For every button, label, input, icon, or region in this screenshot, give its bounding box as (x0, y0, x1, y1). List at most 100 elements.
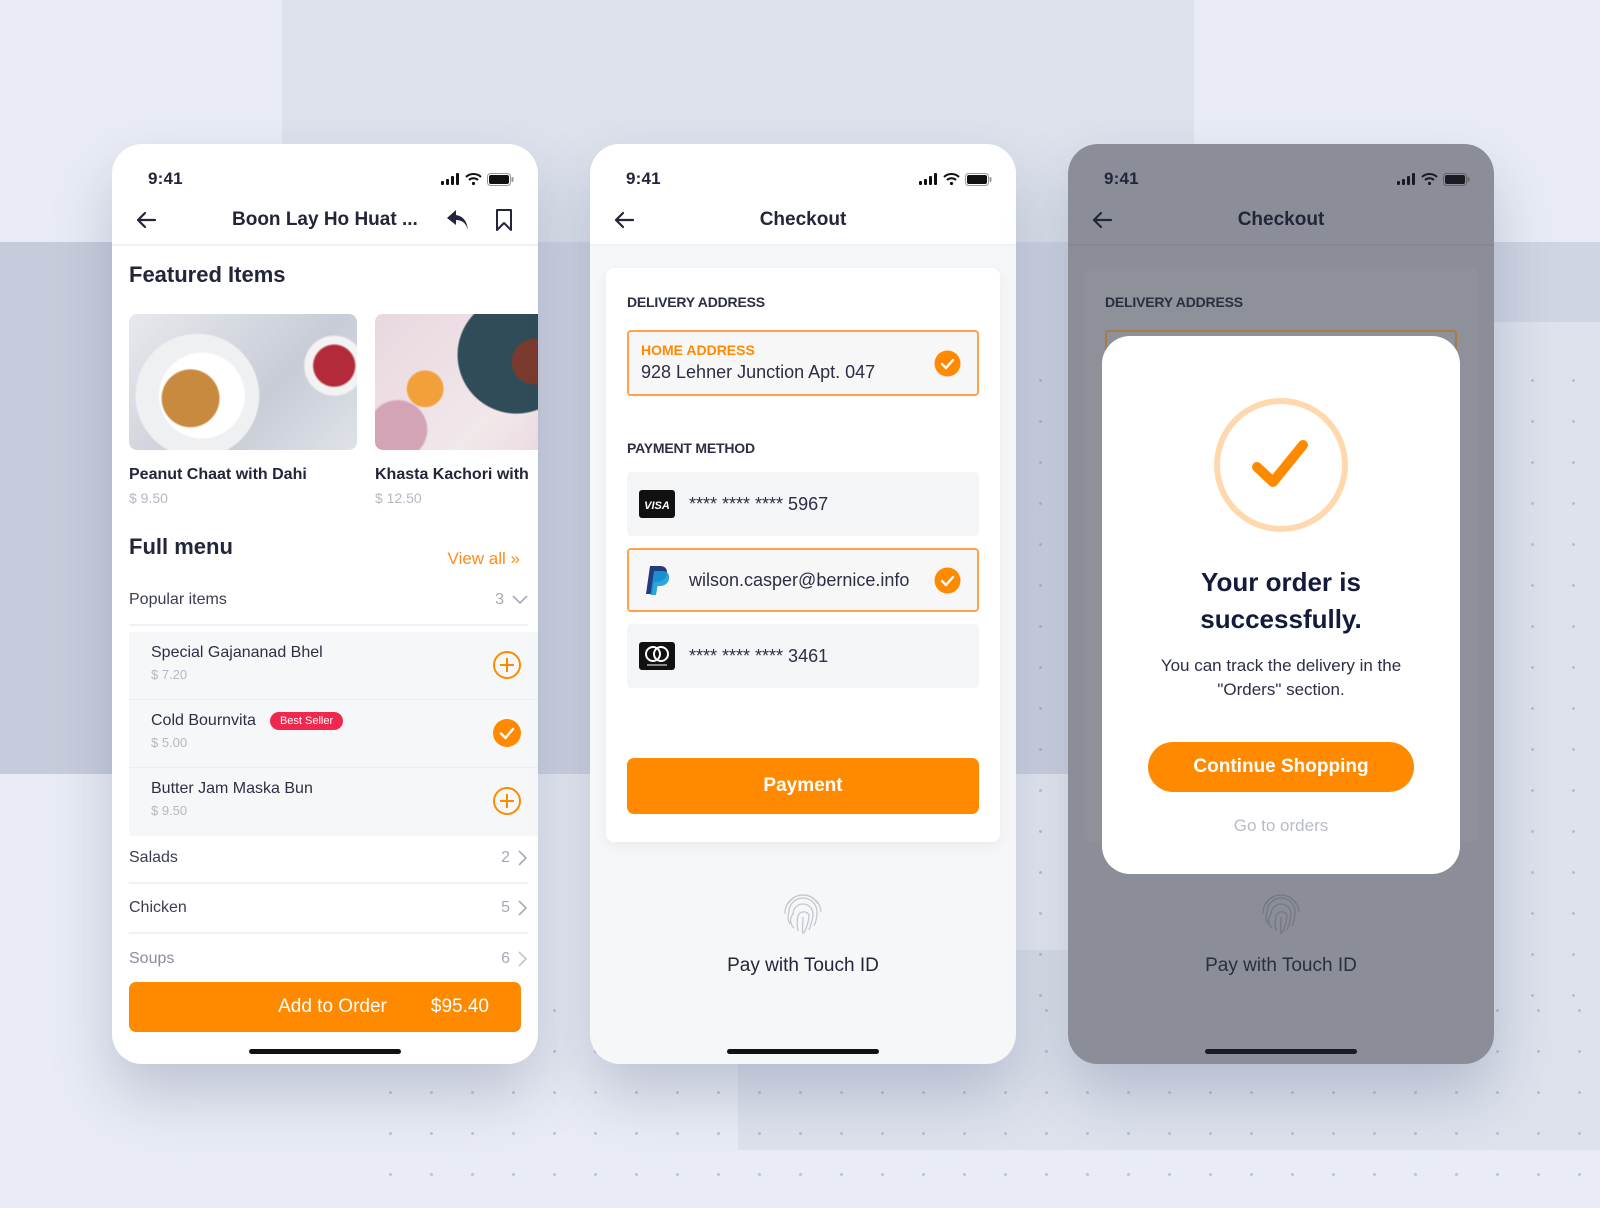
delivery-address-label: DELIVERY ADDRESS (1105, 294, 1243, 310)
payment-option-mastercard[interactable]: **** **** **** 3461 (627, 624, 979, 688)
food-image (375, 314, 538, 450)
home-indicator (1205, 1049, 1357, 1054)
back-button[interactable] (608, 204, 640, 236)
featured-item-name: Peanut Chaat with Dahi (129, 466, 307, 483)
category-name: Chicken (129, 899, 187, 916)
signal-icon (919, 173, 937, 185)
wifi-icon (465, 173, 482, 185)
fingerprint-icon (1262, 894, 1300, 935)
chevron-right-icon (518, 850, 528, 866)
menu-item[interactable]: Cold Bournvita Best Seller $ 5.00 (129, 700, 538, 768)
back-button[interactable] (1086, 204, 1118, 236)
address-text: 928 Lehner Junction Apt. 047 (641, 362, 876, 382)
category-count: 2 (501, 849, 510, 866)
nav-bar: Checkout (590, 196, 1016, 246)
featured-item-card[interactable]: Khasta Kachori with $ 12.50 (375, 314, 538, 506)
check-circle-icon (934, 350, 961, 377)
category-row-chicken[interactable]: Chicken 5 (129, 884, 528, 934)
check-circle-icon[interactable] (492, 718, 522, 748)
card-number: **** **** **** 3461 (689, 645, 829, 666)
touch-id-button[interactable]: Pay with Touch ID (590, 884, 1016, 977)
category-row-salads[interactable]: Salads 2 (129, 834, 528, 884)
share-reply-icon (447, 210, 468, 230)
category-count: 5 (501, 899, 510, 916)
share-button[interactable] (442, 204, 474, 236)
best-seller-badge: Best Seller (269, 712, 344, 730)
add-to-order-label: Add to Order (278, 996, 387, 1017)
menu-item-price: $ 5.00 (151, 735, 188, 750)
menu-item-price: $ 7.20 (151, 667, 188, 682)
back-button[interactable] (130, 204, 162, 236)
chevron-right-icon (518, 951, 528, 967)
category-count: 3 (495, 591, 504, 608)
touch-id-label: Pay with Touch ID (727, 955, 879, 976)
chevron-right-icon (518, 900, 528, 916)
payment-option-visa[interactable]: VISA **** **** **** 5967 (627, 472, 979, 536)
battery-icon (965, 172, 992, 186)
visa-icon: VISA (639, 490, 675, 518)
fingerprint-icon (784, 894, 822, 935)
nav-bar: Boon Lay Ho Huat ... (112, 196, 538, 246)
featured-item-card[interactable]: Peanut Chaat with Dahi $ 9.50 (129, 314, 357, 506)
menu-item[interactable]: Special Gajananad Bhel $ 7.20 (129, 632, 538, 700)
status-bar: 9:41 (590, 144, 1016, 196)
arrow-left-icon (136, 211, 157, 229)
menu-item-name: Butter Jam Maska Bun (151, 780, 313, 797)
home-indicator (727, 1049, 879, 1054)
home-indicator (249, 1049, 401, 1054)
bookmark-button[interactable] (488, 204, 520, 236)
touch-id-label: Pay with Touch ID (1205, 955, 1357, 976)
status-bar: 9:41 (112, 144, 538, 196)
category-row-popular[interactable]: Popular items 3 (129, 576, 528, 626)
nav-bar: Checkout (1068, 196, 1494, 246)
category-name: Soups (129, 950, 175, 967)
go-to-orders-link[interactable]: Go to orders (1102, 816, 1460, 836)
add-to-order-button[interactable]: Add to Order $95.40 (129, 982, 521, 1032)
category-row-soups[interactable]: Soups 6 (129, 934, 528, 984)
paypal-icon (646, 566, 670, 595)
phone-screen-checkout: 9:41 Checkout DELIVERY ADDRESS HOME ADDR… (590, 144, 1016, 1064)
menu-item-name: Special Gajananad Bhel (151, 644, 323, 661)
arrow-left-icon (614, 211, 635, 229)
address-tag: HOME ADDRESS (641, 342, 755, 358)
continue-shopping-button[interactable]: Continue Shopping (1148, 742, 1414, 792)
category-name: Popular items (129, 591, 227, 608)
svg-text:VISA: VISA (644, 500, 670, 512)
featured-items-title: Featured Items (129, 262, 286, 287)
wifi-icon (943, 173, 960, 185)
add-circle-icon[interactable] (492, 650, 522, 680)
arrow-left-icon (1092, 211, 1113, 229)
add-circle-icon[interactable] (492, 786, 522, 816)
status-time: 9:41 (626, 169, 661, 188)
checkout-card: DELIVERY ADDRESS HOME ADDRESS 928 Lehner… (606, 268, 1000, 842)
battery-icon (1443, 172, 1470, 186)
card-number: **** **** **** 5967 (689, 493, 829, 514)
payment-button[interactable]: Payment (627, 758, 979, 814)
full-menu-title: Full menu (129, 534, 233, 559)
success-description: You can track the delivery in the "Order… (1160, 656, 1402, 699)
status-time: 9:41 (148, 169, 183, 188)
featured-item-price: $ 12.50 (375, 490, 422, 506)
signal-icon (441, 173, 459, 185)
page-title: Checkout (759, 209, 847, 230)
menu-item-price: $ 9.50 (151, 803, 188, 818)
payment-method-label: PAYMENT METHOD (627, 440, 755, 456)
success-check-icon (1214, 398, 1348, 532)
address-option-home[interactable]: HOME ADDRESS 928 Lehner Junction Apt. 04… (627, 330, 979, 396)
paypal-email: wilson.casper@bernice.info (689, 569, 910, 590)
featured-items-carousel[interactable]: Peanut Chaat with Dahi $ 9.50 Khasta Kac… (129, 314, 538, 506)
signal-icon (1397, 173, 1415, 185)
status-time: 9:41 (1104, 169, 1139, 188)
view-all-link[interactable]: View all » (448, 549, 520, 569)
touch-id-button: Pay with Touch ID (1068, 884, 1494, 977)
check-circle-icon (934, 567, 961, 594)
page-title: Checkout (1237, 209, 1325, 230)
menu-item[interactable]: Butter Jam Maska Bun $ 9.50 (129, 768, 538, 836)
payment-option-paypal[interactable]: wilson.casper@bernice.info (627, 548, 979, 612)
delivery-address-label: DELIVERY ADDRESS (627, 294, 765, 310)
phone-screen-order-success: 9:41 Checkout DELIVERY ADDRESS Pay with … (1068, 144, 1494, 1064)
food-image (129, 314, 357, 450)
featured-item-price: $ 9.50 (129, 490, 168, 506)
phone-screen-menu: 9:41 Boon Lay Ho Huat ... Featured Items… (112, 144, 538, 1064)
category-count: 6 (501, 950, 510, 967)
